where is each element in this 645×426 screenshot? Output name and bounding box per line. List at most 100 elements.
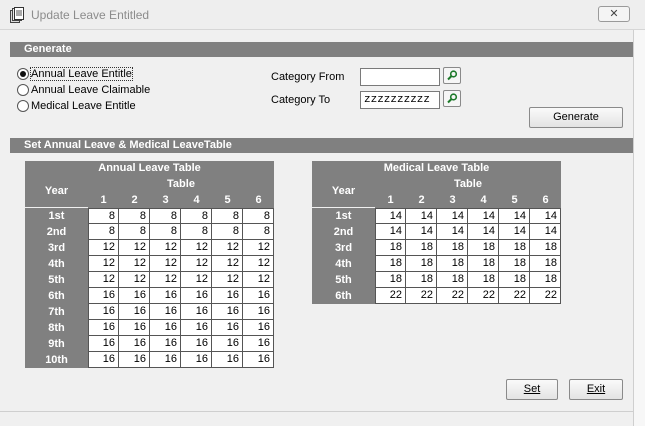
table-cell[interactable]: 16 (150, 336, 181, 352)
radio-button[interactable] (17, 84, 29, 96)
table-cell[interactable]: 12 (181, 272, 212, 288)
table-cell[interactable]: 12 (119, 272, 150, 288)
table-cell[interactable]: 12 (119, 240, 150, 256)
table-cell[interactable]: 14 (406, 208, 437, 224)
table-cell[interactable]: 8 (243, 224, 274, 240)
close-button[interactable]: ✕ (598, 6, 630, 22)
table-cell[interactable]: 22 (375, 288, 406, 304)
table-cell[interactable]: 18 (406, 256, 437, 272)
table-cell[interactable]: 18 (437, 272, 468, 288)
table-cell[interactable]: 16 (243, 304, 274, 320)
table-cell[interactable]: 16 (150, 320, 181, 336)
table-cell[interactable]: 8 (243, 208, 274, 224)
table-cell[interactable]: 8 (119, 224, 150, 240)
category-to-input[interactable]: zzzzzzzzzz (360, 91, 440, 109)
table-cell[interactable]: 12 (150, 240, 181, 256)
table-cell[interactable]: 12 (212, 272, 243, 288)
table-cell[interactable]: 16 (181, 304, 212, 320)
table-cell[interactable]: 16 (150, 304, 181, 320)
table-cell[interactable]: 16 (181, 352, 212, 368)
table-cell[interactable]: 18 (375, 240, 406, 256)
radio-button[interactable] (17, 68, 29, 80)
table-cell[interactable]: 8 (212, 208, 243, 224)
table-cell[interactable]: 16 (88, 304, 119, 320)
table-cell[interactable]: 18 (437, 240, 468, 256)
table-cell[interactable]: 16 (212, 320, 243, 336)
table-cell[interactable]: 8 (119, 208, 150, 224)
table-cell[interactable]: 12 (88, 256, 119, 272)
table-cell[interactable]: 18 (468, 256, 499, 272)
table-cell[interactable]: 18 (468, 240, 499, 256)
table-cell[interactable]: 16 (212, 304, 243, 320)
radio-annual-leave-claimable[interactable]: Annual Leave Claimable (17, 83, 150, 97)
table-cell[interactable]: 8 (88, 208, 119, 224)
table-cell[interactable]: 16 (212, 352, 243, 368)
table-cell[interactable]: 18 (530, 256, 561, 272)
table-cell[interactable]: 14 (499, 208, 530, 224)
table-cell[interactable]: 12 (150, 272, 181, 288)
table-cell[interactable]: 16 (88, 288, 119, 304)
table-cell[interactable]: 16 (88, 336, 119, 352)
table-cell[interactable]: 16 (243, 352, 274, 368)
table-cell[interactable]: 16 (150, 352, 181, 368)
table-cell[interactable]: 8 (181, 224, 212, 240)
table-cell[interactable]: 18 (530, 240, 561, 256)
table-cell[interactable]: 16 (243, 336, 274, 352)
table-cell[interactable]: 14 (375, 224, 406, 240)
table-cell[interactable]: 18 (499, 240, 530, 256)
table-cell[interactable]: 16 (88, 320, 119, 336)
table-cell[interactable]: 16 (181, 288, 212, 304)
table-cell[interactable]: 16 (119, 288, 150, 304)
table-cell[interactable]: 18 (530, 272, 561, 288)
exit-button[interactable]: Exit (569, 379, 623, 400)
table-cell[interactable]: 18 (375, 256, 406, 272)
table-cell[interactable]: 16 (181, 336, 212, 352)
table-cell[interactable]: 12 (88, 240, 119, 256)
table-cell[interactable]: 12 (88, 272, 119, 288)
radio-button[interactable] (17, 100, 29, 112)
table-cell[interactable]: 16 (181, 320, 212, 336)
table-cell[interactable]: 16 (212, 288, 243, 304)
table-cell[interactable]: 22 (468, 288, 499, 304)
table-cell[interactable]: 8 (212, 224, 243, 240)
table-cell[interactable]: 18 (375, 272, 406, 288)
table-cell[interactable]: 18 (499, 272, 530, 288)
table-cell[interactable]: 12 (181, 256, 212, 272)
category-to-lookup-button[interactable] (443, 90, 461, 107)
table-cell[interactable]: 12 (119, 256, 150, 272)
table-cell[interactable]: 18 (499, 256, 530, 272)
table-cell[interactable]: 12 (150, 256, 181, 272)
table-cell[interactable]: 14 (437, 208, 468, 224)
table-cell[interactable]: 18 (406, 272, 437, 288)
table-cell[interactable]: 18 (406, 240, 437, 256)
table-cell[interactable]: 16 (119, 320, 150, 336)
category-from-input[interactable] (360, 68, 440, 86)
table-cell[interactable]: 14 (468, 224, 499, 240)
table-cell[interactable]: 16 (150, 288, 181, 304)
table-cell[interactable]: 8 (150, 224, 181, 240)
table-cell[interactable]: 16 (243, 288, 274, 304)
table-cell[interactable]: 16 (119, 304, 150, 320)
table-cell[interactable]: 8 (181, 208, 212, 224)
table-cell[interactable]: 8 (150, 208, 181, 224)
table-cell[interactable]: 14 (406, 224, 437, 240)
table-cell[interactable]: 18 (437, 256, 468, 272)
table-cell[interactable]: 8 (88, 224, 119, 240)
table-cell[interactable]: 16 (88, 352, 119, 368)
table-cell[interactable]: 12 (212, 240, 243, 256)
table-cell[interactable]: 16 (243, 320, 274, 336)
table-cell[interactable]: 14 (375, 208, 406, 224)
table-cell[interactable]: 14 (530, 208, 561, 224)
table-cell[interactable]: 12 (243, 240, 274, 256)
radio-medical-leave-entitle[interactable]: Medical Leave Entitle (17, 99, 136, 113)
set-button[interactable]: Set (506, 379, 558, 400)
table-cell[interactable]: 12 (243, 256, 274, 272)
table-cell[interactable]: 22 (437, 288, 468, 304)
table-cell[interactable]: 22 (530, 288, 561, 304)
table-cell[interactable]: 12 (181, 240, 212, 256)
table-cell[interactable]: 14 (437, 224, 468, 240)
table-cell[interactable]: 12 (212, 256, 243, 272)
table-cell[interactable]: 22 (406, 288, 437, 304)
table-cell[interactable]: 14 (499, 224, 530, 240)
radio-annual-leave-entitle[interactable]: Annual Leave Entitle (17, 67, 133, 81)
